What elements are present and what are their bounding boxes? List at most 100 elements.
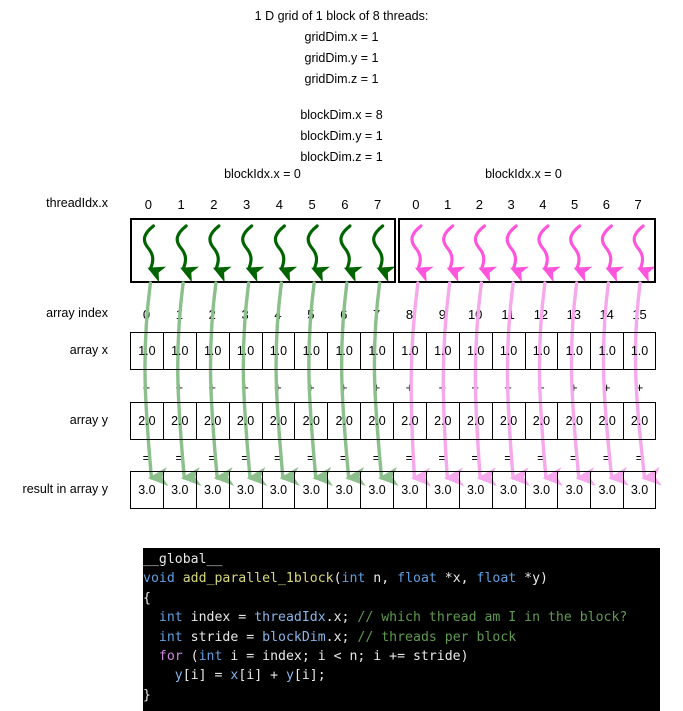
plus-op-4: + xyxy=(274,380,282,395)
array-index-value-8: 8 xyxy=(405,307,414,322)
array-x-cell-10: 1.0 xyxy=(458,332,492,370)
array-y-cell-15: 2.0 xyxy=(623,402,656,440)
thread-arrow-1-2 xyxy=(473,224,498,283)
plus-op-1: + xyxy=(175,380,184,395)
code-listing: __global__ void add_parallel_1block(int … xyxy=(143,552,628,703)
plus-op-15: + xyxy=(635,380,644,395)
threadidx-value-0-5: 5 xyxy=(308,197,316,212)
array-index-value-10: 10 xyxy=(467,307,483,322)
array-index-value-3: 3 xyxy=(241,307,249,322)
label-array-x: array x xyxy=(69,343,108,357)
result-cell-3: 3.0 xyxy=(228,471,262,509)
plus-op-11: + xyxy=(504,380,512,395)
array-index-value-4: 4 xyxy=(274,307,282,322)
threadidx-value-1-1: 1 xyxy=(444,197,452,212)
array-y-cell-4: 2.0 xyxy=(261,402,295,440)
plus-op-13: + xyxy=(570,380,578,395)
thread-block-box-0 xyxy=(130,218,396,283)
thread-arrow-1-3 xyxy=(505,224,529,283)
threadidx-value-1-6: 6 xyxy=(602,197,610,212)
array-index-value-14: 14 xyxy=(599,307,614,322)
array-x-cell-5: 1.0 xyxy=(294,332,328,370)
header-line-griddim-z: gridDim.z = 1 xyxy=(304,72,379,86)
array-x-cell-6: 1.0 xyxy=(327,332,361,370)
array-y-cell-0: 2.0 xyxy=(130,402,163,440)
equal-op-10: = xyxy=(471,450,479,465)
array-x-cell-9: 1.0 xyxy=(425,332,459,370)
array-x-cell-11: 1.0 xyxy=(491,332,525,370)
array-y-cell-2: 2.0 xyxy=(195,402,229,440)
thread-arrow-0-7 xyxy=(372,224,396,283)
array-index-value-5: 5 xyxy=(307,307,315,322)
thread-arrow-1-1 xyxy=(442,224,466,283)
thread-arrow-0-3 xyxy=(241,224,265,283)
result-cell-6: 3.0 xyxy=(327,471,361,509)
array-x-cell-1: 1.0 xyxy=(162,332,196,370)
result-array-y-row: 3.0 3.0 3.0 3.0 3.0 3.0 3.0 3.0 3.0 3.0 3.0 3.0 3.0 3… xyxy=(130,471,656,509)
array-x-cell-3: 1.0 xyxy=(228,332,262,370)
equal-op-5: = xyxy=(307,450,315,465)
thread-arrow-0-1 xyxy=(175,224,199,283)
array-x-cell-13: 1.0 xyxy=(557,332,591,370)
threadidx-value-1-3: 3 xyxy=(507,197,515,212)
code-block: __global__ void add_parallel_1block(int … xyxy=(143,548,660,711)
result-cell-1: 3.0 xyxy=(162,471,196,509)
result-cell-2: 3.0 xyxy=(195,471,229,509)
array-index-value-15: 15 xyxy=(632,307,647,322)
array-x-cell-14: 1.0 xyxy=(590,332,624,370)
threadidx-value-0-7: 7 xyxy=(374,197,382,212)
array-x-cell-0: 1.0 xyxy=(130,332,163,370)
array-y-cell-9: 2.0 xyxy=(425,402,459,440)
array-index-value-0: 0 xyxy=(142,307,151,322)
equal-op-11: = xyxy=(504,450,512,465)
result-cell-7: 3.0 xyxy=(360,471,393,509)
plus-op-8: + xyxy=(405,380,414,395)
label-array-y: array y xyxy=(69,413,108,427)
header-line-griddim-y: gridDim.y = 1 xyxy=(304,51,379,65)
header-line-title: 1 D grid of 1 block of 8 threads: xyxy=(254,9,429,23)
array-index-value-2: 2 xyxy=(208,307,216,322)
plus-op-5: + xyxy=(307,380,315,395)
array-y-cell-1: 2.0 xyxy=(162,402,196,440)
result-cell-0: 3.0 xyxy=(130,471,163,509)
threadidx-value-0-4: 4 xyxy=(275,197,283,212)
plus-op-14: + xyxy=(602,380,611,395)
equal-op-14: = xyxy=(602,450,611,465)
block-label-0: blockIdx.x = 0 xyxy=(224,167,301,181)
block-label-row: blockIdx.x = 0 blockIdx.x = 0 xyxy=(130,167,656,183)
array-index-value-11: 11 xyxy=(501,307,515,322)
thread-arrows-pink xyxy=(410,224,656,283)
array-x-cell-15: 1.0 xyxy=(623,332,656,370)
plus-operator-row: + + + + + + + + + + + + + + + + xyxy=(130,381,656,395)
threadidx-value-0-2: 2 xyxy=(210,197,218,212)
array-x-cell-4: 1.0 xyxy=(261,332,295,370)
threadidx-value-0-0: 0 xyxy=(144,197,152,212)
thread-block-box-1 xyxy=(398,218,656,283)
array-y-cell-14: 2.0 xyxy=(590,402,624,440)
threadidx-value-1-2: 2 xyxy=(475,197,483,212)
header-line-blockdim-y: blockDim.y = 1 xyxy=(300,129,383,143)
equal-op-4: = xyxy=(274,450,282,465)
equal-op-13: = xyxy=(570,450,578,465)
header-spacer xyxy=(0,90,683,105)
array-x-cell-2: 1.0 xyxy=(195,332,229,370)
equal-op-15: = xyxy=(635,450,644,465)
plus-op-3: + xyxy=(241,380,249,395)
array-index-value-1: 1 xyxy=(175,307,183,322)
label-array-index: array index xyxy=(46,306,108,320)
plus-op-9: + xyxy=(438,380,447,395)
array-x-cell-7: 1.0 xyxy=(360,332,393,370)
result-cell-15: 3.0 xyxy=(623,471,656,509)
result-cell-4: 3.0 xyxy=(261,471,295,509)
result-cell-13: 3.0 xyxy=(557,471,591,509)
equals-operator-row: = = = = = = = = = = = = = = = = xyxy=(130,451,656,465)
equal-op-8: = xyxy=(405,450,414,465)
threadidx-value-1-0: 0 xyxy=(412,197,420,212)
array-x-cell-12: 1.0 xyxy=(524,332,558,370)
array-index-value-7: 7 xyxy=(372,307,381,322)
threadidx-value-0-1: 1 xyxy=(177,197,185,212)
header-line-blockdim-x: blockDim.x = 8 xyxy=(300,108,383,122)
equal-op-6: = xyxy=(339,450,348,465)
array-index-value-9: 9 xyxy=(438,307,446,322)
array-index-number-row: 0 1 2 3 4 5 6 7 8 9 10 11 12 13 14 15 xyxy=(130,306,656,323)
